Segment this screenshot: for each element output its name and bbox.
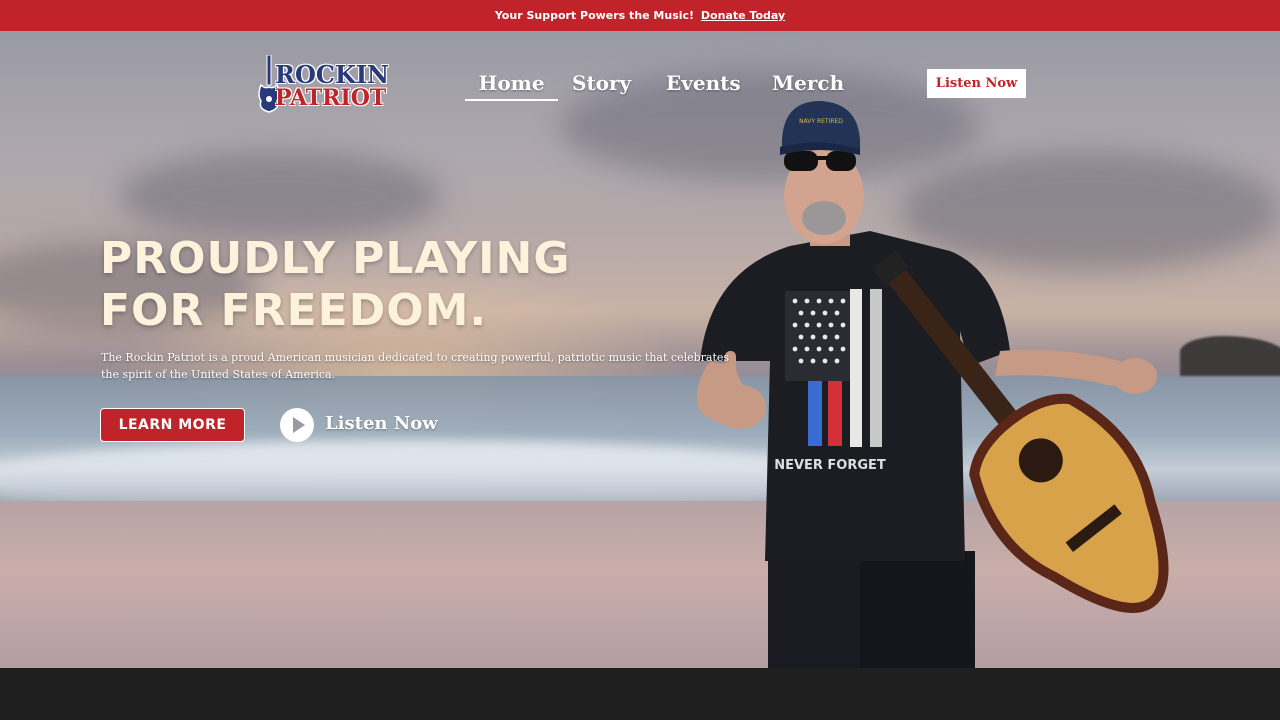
jeans-right [860, 551, 975, 668]
musician-photo: NEVER FORGET NAVY RETIRED [696, 101, 1169, 668]
announcement-text: Your Support Powers the Music! [494, 9, 695, 22]
cap-text: NAVY RETIRED [799, 118, 843, 125]
cloud [120, 151, 440, 241]
hero-tagline: The Rockin Patriot is a proud American m… [101, 351, 730, 381]
listen-now-link[interactable]: Listen Now [280, 408, 440, 442]
logo-line-rockin: ROCKIN [275, 60, 389, 89]
learn-more-button[interactable]: LEARN MORE [100, 408, 245, 442]
play-icon[interactable] [280, 408, 314, 442]
headline-line-2: FOR FREEDOM. [100, 285, 488, 336]
hero-headline: PROUDLY PLAYING FOR FREEDOM. [100, 233, 660, 337]
footer-strip [0, 668, 1280, 720]
logo-line-patriot: PATRIOT [275, 85, 387, 111]
headline-line-1: PROUDLY PLAYING [100, 233, 571, 284]
listen-now-label[interactable]: Listen Now [325, 410, 438, 438]
shirt-text: NEVER FORGET [774, 458, 886, 473]
nav-story[interactable]: Story [572, 69, 631, 101]
jeans-left [768, 551, 868, 668]
navy-cap [781, 101, 861, 149]
site-logo[interactable]: ROCKIN PATRIOT [255, 53, 395, 115]
nav-home[interactable]: Home [465, 69, 558, 101]
announcement-bar: Your Support Powers the Music! Donate To… [0, 0, 1280, 31]
donate-link[interactable]: Donate Today [701, 9, 785, 22]
